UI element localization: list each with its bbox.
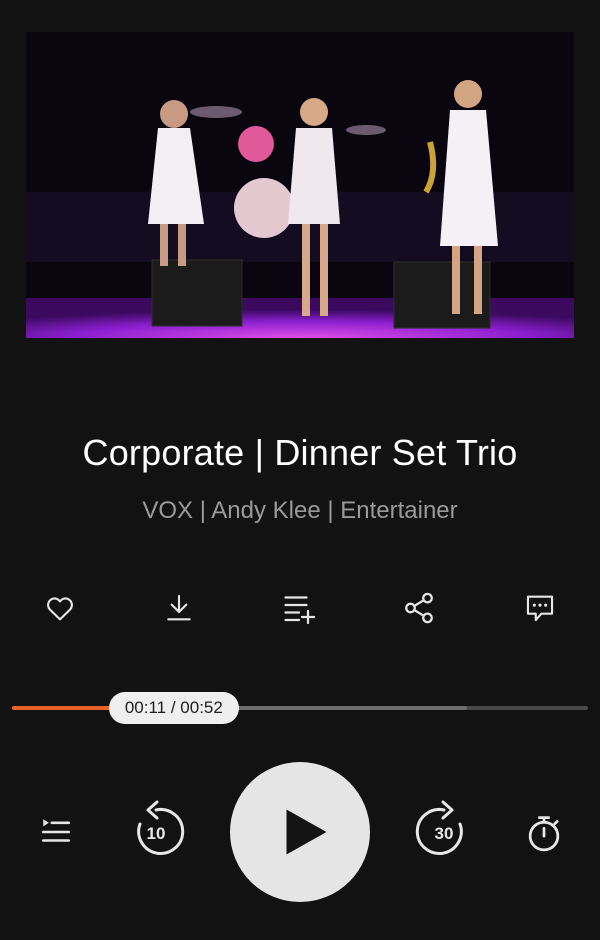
time-indicator[interactable]: 00:11 / 00:52 [108,692,239,724]
skip-forward-label: 30 [434,824,454,843]
skip-back-button[interactable]: 10 [126,800,186,862]
album-artwork [26,32,574,338]
share-icon [405,592,433,624]
download-icon [167,594,191,621]
download-button[interactable] [159,588,199,628]
timer-icon [528,816,560,852]
share-button[interactable] [399,588,439,628]
skip-forward-button[interactable]: 30 [414,800,474,862]
like-button[interactable] [40,588,80,628]
progress-bar[interactable]: 00:11 / 00:52 [12,690,588,726]
add-to-playlist-icon [284,596,316,625]
skip-back-label: 10 [146,824,166,843]
comment-button[interactable] [520,588,560,628]
sleep-timer-button[interactable] [522,810,566,856]
play-button[interactable] [230,762,370,902]
add-to-playlist-button[interactable] [279,588,319,628]
track-artist: VOX | Andy Klee | Entertainer [142,497,458,524]
track-title: Corporate | Dinner Set Trio [82,432,518,473]
play-icon [286,809,327,855]
queue-button[interactable] [36,812,76,852]
queue-list-icon [41,819,71,842]
comment-icon [526,595,554,622]
heart-icon [47,597,73,621]
